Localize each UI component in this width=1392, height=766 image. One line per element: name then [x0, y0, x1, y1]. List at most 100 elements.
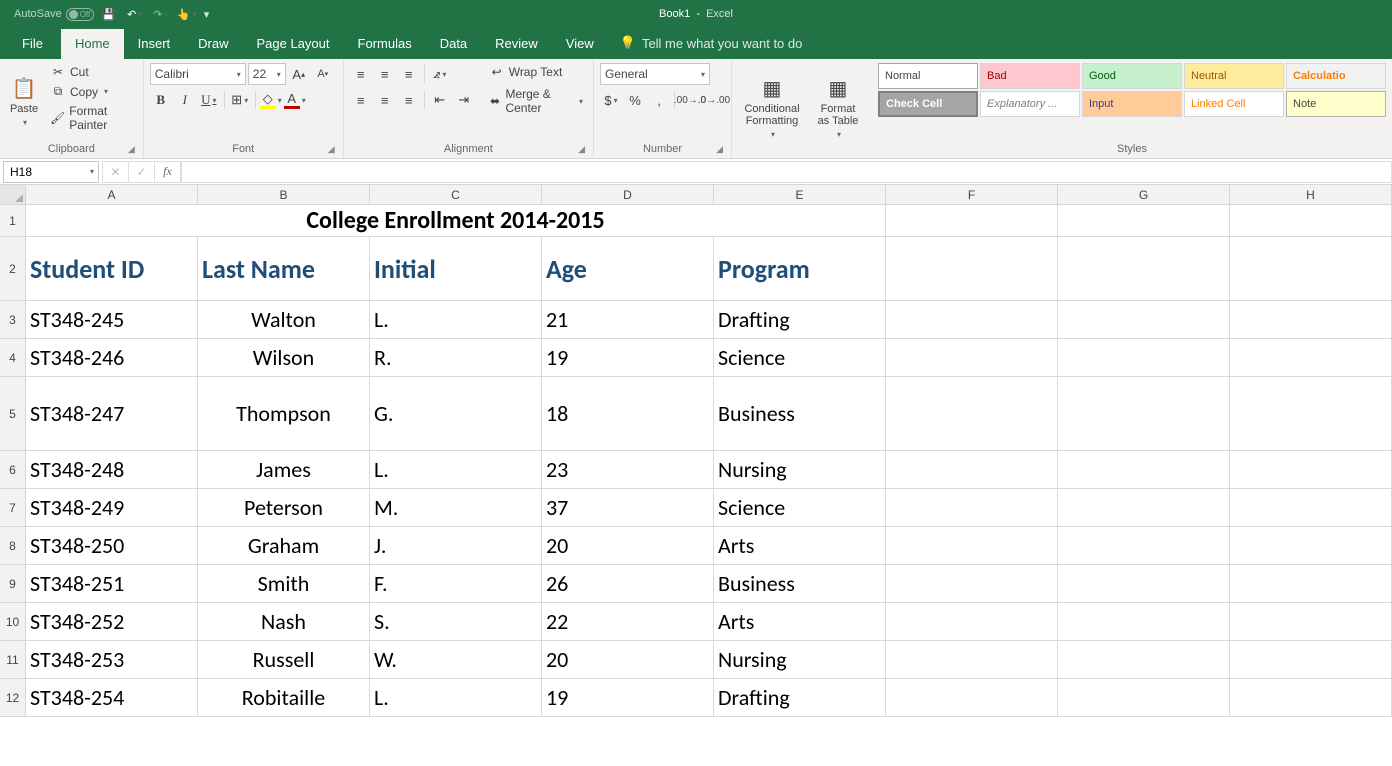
touch-mode-icon[interactable]: 👆▾: [176, 3, 198, 25]
enter-icon[interactable]: ✓: [129, 162, 155, 182]
percent-icon[interactable]: %: [624, 89, 646, 111]
cell-B7[interactable]: Peterson: [198, 489, 370, 527]
increase-indent-icon[interactable]: ⇥: [453, 89, 475, 111]
font-color-button[interactable]: A▾: [284, 89, 306, 111]
conditional-formatting-button[interactable]: ▦ Conditional Formatting ▾: [738, 63, 806, 153]
cell-A1[interactable]: College Enrollment 2014-2015: [26, 205, 886, 237]
cell-G10[interactable]: [1058, 603, 1230, 641]
tab-review[interactable]: Review: [481, 29, 552, 59]
cell-A6[interactable]: ST348-248: [26, 451, 198, 489]
row-header[interactable]: 6: [0, 451, 26, 489]
cell-A8[interactable]: ST348-250: [26, 527, 198, 565]
cell-C11[interactable]: W.: [370, 641, 542, 679]
style-neutral[interactable]: Neutral: [1184, 63, 1284, 89]
decrease-indent-icon[interactable]: ⇤: [429, 89, 451, 111]
number-format-select[interactable]: General▾: [600, 63, 710, 85]
cell-B9[interactable]: Smith: [198, 565, 370, 603]
dialog-launcher-icon[interactable]: ◢: [128, 144, 135, 155]
decrease-decimal-icon[interactable]: .0→.00: [703, 89, 725, 111]
currency-icon[interactable]: $▾: [600, 89, 622, 111]
cell-F7[interactable]: [886, 489, 1058, 527]
cell-F5[interactable]: [886, 377, 1058, 451]
cell-H10[interactable]: [1230, 603, 1392, 641]
column-header-H[interactable]: H: [1230, 185, 1392, 205]
cell-G7[interactable]: [1058, 489, 1230, 527]
row-header[interactable]: 7: [0, 489, 26, 527]
align-center-icon[interactable]: ≡: [374, 89, 396, 111]
cell-C9[interactable]: F.: [370, 565, 542, 603]
cell-G1[interactable]: [1058, 205, 1230, 237]
cell-C6[interactable]: L.: [370, 451, 542, 489]
decrease-font-icon[interactable]: A▾: [312, 63, 334, 85]
wrap-text-button[interactable]: ↩Wrap Text: [485, 63, 587, 81]
cell-D11[interactable]: 20: [542, 641, 714, 679]
cell-C12[interactable]: L.: [370, 679, 542, 717]
column-header-A[interactable]: A: [26, 185, 198, 205]
comma-icon[interactable]: ,: [648, 89, 670, 111]
cell-F6[interactable]: [886, 451, 1058, 489]
cell-F12[interactable]: [886, 679, 1058, 717]
style-note[interactable]: Note: [1286, 91, 1386, 117]
style-bad[interactable]: Bad: [980, 63, 1080, 89]
cell-E12[interactable]: Drafting: [714, 679, 886, 717]
cell-H1[interactable]: [1230, 205, 1392, 237]
format-painter-button[interactable]: 🖌Format Painter: [46, 102, 137, 134]
cell-B2[interactable]: Last Name: [198, 237, 370, 301]
cell-H12[interactable]: [1230, 679, 1392, 717]
paste-button[interactable]: 📋 Paste▾: [6, 63, 42, 141]
select-all-corner[interactable]: [0, 185, 26, 205]
cell-H8[interactable]: [1230, 527, 1392, 565]
cell-D2[interactable]: Age: [542, 237, 714, 301]
cell-G9[interactable]: [1058, 565, 1230, 603]
style-calculation[interactable]: Calculatio: [1286, 63, 1386, 89]
cell-B5[interactable]: Thompson: [198, 377, 370, 451]
cell-D9[interactable]: 26: [542, 565, 714, 603]
row-header[interactable]: 4: [0, 339, 26, 377]
row-header[interactable]: 12: [0, 679, 26, 717]
cell-D5[interactable]: 18: [542, 377, 714, 451]
column-header-F[interactable]: F: [886, 185, 1058, 205]
cell-H4[interactable]: [1230, 339, 1392, 377]
dialog-launcher-icon[interactable]: ◢: [716, 144, 723, 155]
cell-B12[interactable]: Robitaille: [198, 679, 370, 717]
cell-E4[interactable]: Science: [714, 339, 886, 377]
cell-E9[interactable]: Business: [714, 565, 886, 603]
increase-font-icon[interactable]: A▴: [288, 63, 310, 85]
borders-button[interactable]: ⊞▾: [229, 89, 251, 111]
row-header[interactable]: 2: [0, 237, 26, 301]
cell-D12[interactable]: 19: [542, 679, 714, 717]
style-check-cell[interactable]: Check Cell: [878, 91, 978, 117]
row-header[interactable]: 3: [0, 301, 26, 339]
tab-draw[interactable]: Draw: [184, 29, 242, 59]
style-good[interactable]: Good: [1082, 63, 1182, 89]
cell-H7[interactable]: [1230, 489, 1392, 527]
cell-D4[interactable]: 19: [542, 339, 714, 377]
column-header-E[interactable]: E: [714, 185, 886, 205]
cell-E6[interactable]: Nursing: [714, 451, 886, 489]
cell-A9[interactable]: ST348-251: [26, 565, 198, 603]
cell-E3[interactable]: Drafting: [714, 301, 886, 339]
qat-customize-icon[interactable]: ▾: [204, 8, 210, 21]
orientation-icon[interactable]: ⦨▾: [429, 63, 451, 85]
cell-G2[interactable]: [1058, 237, 1230, 301]
cell-D8[interactable]: 20: [542, 527, 714, 565]
column-header-D[interactable]: D: [542, 185, 714, 205]
row-header[interactable]: 1: [0, 205, 26, 237]
cell-F4[interactable]: [886, 339, 1058, 377]
cell-E11[interactable]: Nursing: [714, 641, 886, 679]
cell-B3[interactable]: Walton: [198, 301, 370, 339]
column-header-C[interactable]: C: [370, 185, 542, 205]
row-header[interactable]: 11: [0, 641, 26, 679]
align-bottom-icon[interactable]: ≡: [398, 63, 420, 85]
font-size-select[interactable]: 22▾: [248, 63, 286, 85]
fill-color-button[interactable]: ◇▾: [260, 89, 282, 111]
column-header-G[interactable]: G: [1058, 185, 1230, 205]
cell-F11[interactable]: [886, 641, 1058, 679]
tell-me-search[interactable]: 💡 Tell me what you want to do: [608, 28, 815, 59]
cell-A11[interactable]: ST348-253: [26, 641, 198, 679]
merge-center-button[interactable]: ⬌Merge & Center ▾: [485, 85, 587, 117]
cell-B4[interactable]: Wilson: [198, 339, 370, 377]
cell-D10[interactable]: 22: [542, 603, 714, 641]
copy-button[interactable]: ⧉Copy ▾: [46, 82, 137, 101]
align-right-icon[interactable]: ≡: [398, 89, 420, 111]
